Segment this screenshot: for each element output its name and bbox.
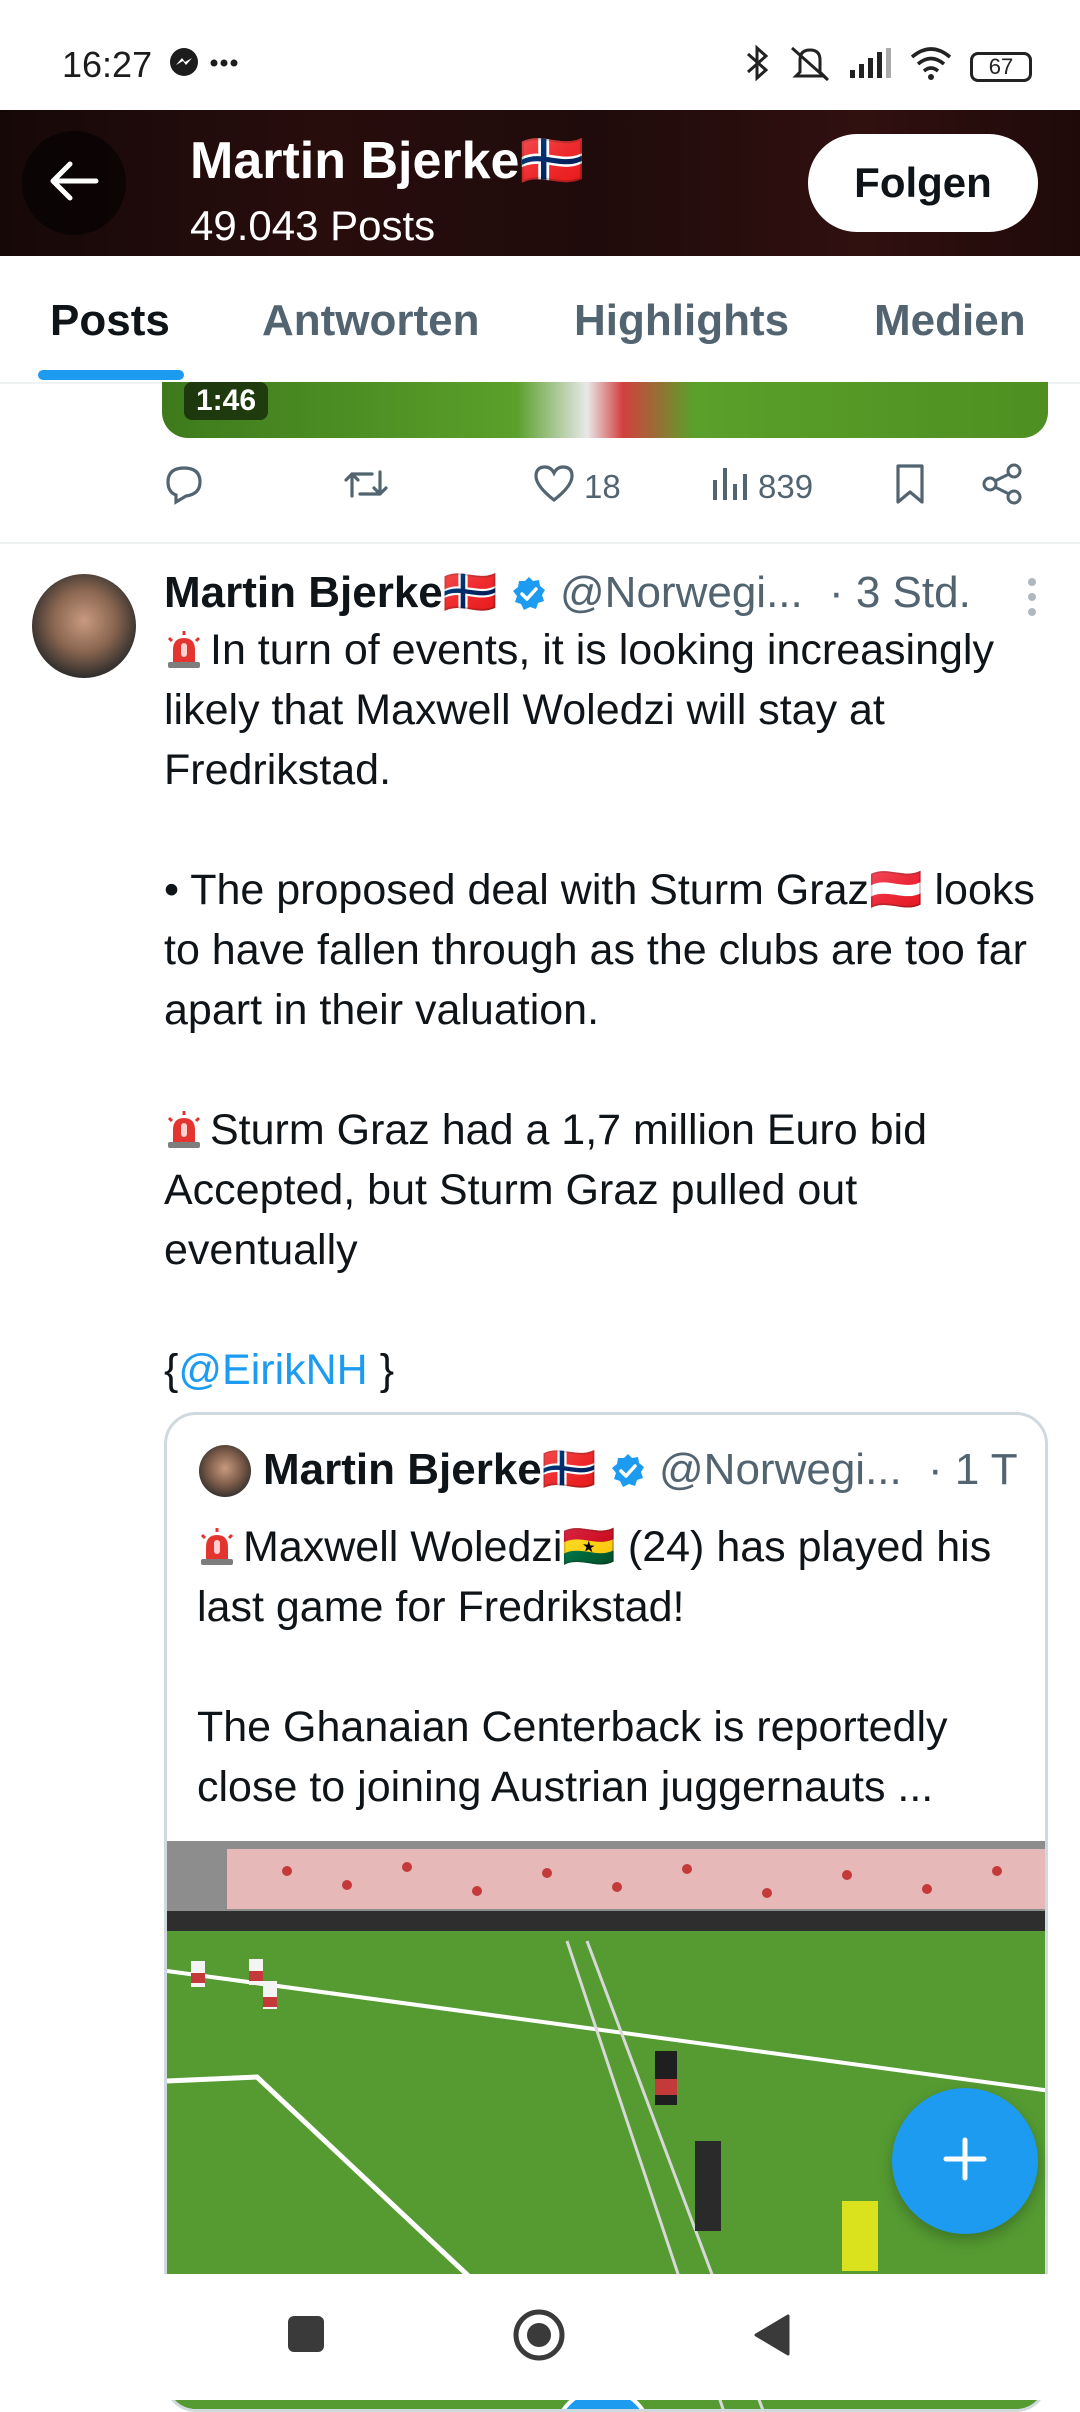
quoted-paragraph-1: Maxwell Woledzi🇬🇭 (24) has played his la… [197, 1523, 992, 1631]
status-bar: 16:27 67 [0, 0, 1080, 110]
quoted-author-name: Martin Bjerke🇳🇴 [263, 1445, 597, 1494]
profile-tabs: Posts Antworten Highlights Medien [0, 256, 1080, 384]
views-button[interactable]: 839 [710, 462, 813, 512]
tweet-paragraph-1: In turn of events, it is looking increas… [164, 626, 994, 794]
bookmark-button[interactable] [892, 462, 928, 514]
author-handle[interactable]: @Norwegi... [560, 568, 803, 617]
heart-icon [532, 462, 576, 512]
quoted-header: Martin Bjerke🇳🇴 @Norwegi... · 1 T [263, 1443, 1018, 1495]
video-duration: 1:46 [184, 382, 269, 420]
like-count: 18 [584, 468, 621, 505]
quoted-avatar [199, 1445, 251, 1497]
compose-button[interactable] [892, 2088, 1038, 2234]
views-icon [710, 462, 750, 512]
brace-open: { [164, 1346, 179, 1394]
quoted-paragraph-2: The Ghanaian Centerback is reportedly cl… [197, 1703, 948, 1811]
system-nav-bar [0, 2274, 1080, 2400]
quoted-time: · 1 T [927, 1445, 1018, 1494]
messenger-icon [168, 46, 238, 83]
post-count: 49.043 Posts [190, 202, 436, 249]
profile-header: Martin Bjerke🇳🇴 49.043 Posts Folgen [0, 110, 1080, 256]
siren-emoji-icon [164, 626, 204, 668]
previous-post-video[interactable]: 1:46 [162, 382, 1048, 438]
view-count: 839 [758, 468, 814, 505]
avatar[interactable] [32, 574, 136, 678]
repost-icon [342, 462, 390, 514]
battery-indicator: 67 [970, 52, 1032, 82]
bluetooth-icon [742, 44, 772, 90]
share-button[interactable] [980, 462, 1024, 514]
mention-link[interactable]: @EirikNH [178, 1346, 367, 1394]
verified-icon [609, 1445, 659, 1494]
share-icon [980, 462, 1024, 514]
quoted-tweet[interactable]: Martin Bjerke🇳🇴 @Norwegi... · 1 T Maxwel… [164, 1412, 1048, 2412]
arrow-left-icon [48, 159, 100, 208]
brace-close: } [367, 1346, 395, 1394]
reply-button[interactable] [162, 462, 206, 514]
like-button[interactable]: 18 [532, 462, 621, 512]
tweet-paragraph-3: Sturm Graz had a 1,7 million Euro bid Ac… [164, 1106, 927, 1274]
tab-posts[interactable]: Posts [50, 296, 170, 346]
home-button[interactable] [512, 2308, 566, 2367]
quoted-text: Maxwell Woledzi🇬🇭 (24) has played his la… [197, 1517, 1017, 1817]
repost-button[interactable] [342, 462, 390, 514]
profile-name: Martin Bjerke🇳🇴 [190, 132, 585, 190]
back-nav-button[interactable] [752, 2312, 792, 2363]
tweet-text: In turn of events, it is looking increas… [164, 620, 1044, 1400]
siren-emoji-icon [197, 1523, 237, 1565]
mute-icon [788, 44, 832, 90]
signal-icon [848, 46, 892, 88]
siren-emoji-icon [164, 1106, 204, 1148]
tab-indicator [38, 370, 184, 380]
bookmark-icon [892, 462, 928, 514]
recents-button[interactable] [286, 2314, 326, 2359]
status-time: 16:27 [62, 44, 153, 85]
tab-antworten[interactable]: Antworten [262, 296, 480, 346]
plus-icon [940, 2134, 990, 2189]
reply-icon [162, 462, 206, 514]
tweet-time: · 3 Std. [828, 568, 971, 617]
tweet-paragraph-2: • The proposed deal with Sturm Graz🇦🇹 lo… [164, 866, 1035, 1034]
wifi-icon [908, 45, 954, 89]
back-button[interactable] [22, 131, 126, 235]
author-name[interactable]: Martin Bjerke🇳🇴 [164, 568, 498, 617]
follow-button[interactable]: Folgen [808, 134, 1038, 232]
verified-icon [510, 568, 560, 617]
more-options-icon[interactable] [1028, 578, 1038, 623]
previous-post-actions: 18 839 [162, 462, 1048, 522]
quoted-author-handle: @Norwegi... [659, 1445, 902, 1494]
tab-highlights[interactable]: Highlights [574, 296, 789, 346]
post-divider [0, 542, 1080, 544]
tab-medien[interactable]: Medien [874, 296, 1026, 346]
tweet-header: Martin Bjerke🇳🇴 @Norwegi... · 3 Std. [164, 566, 1054, 622]
